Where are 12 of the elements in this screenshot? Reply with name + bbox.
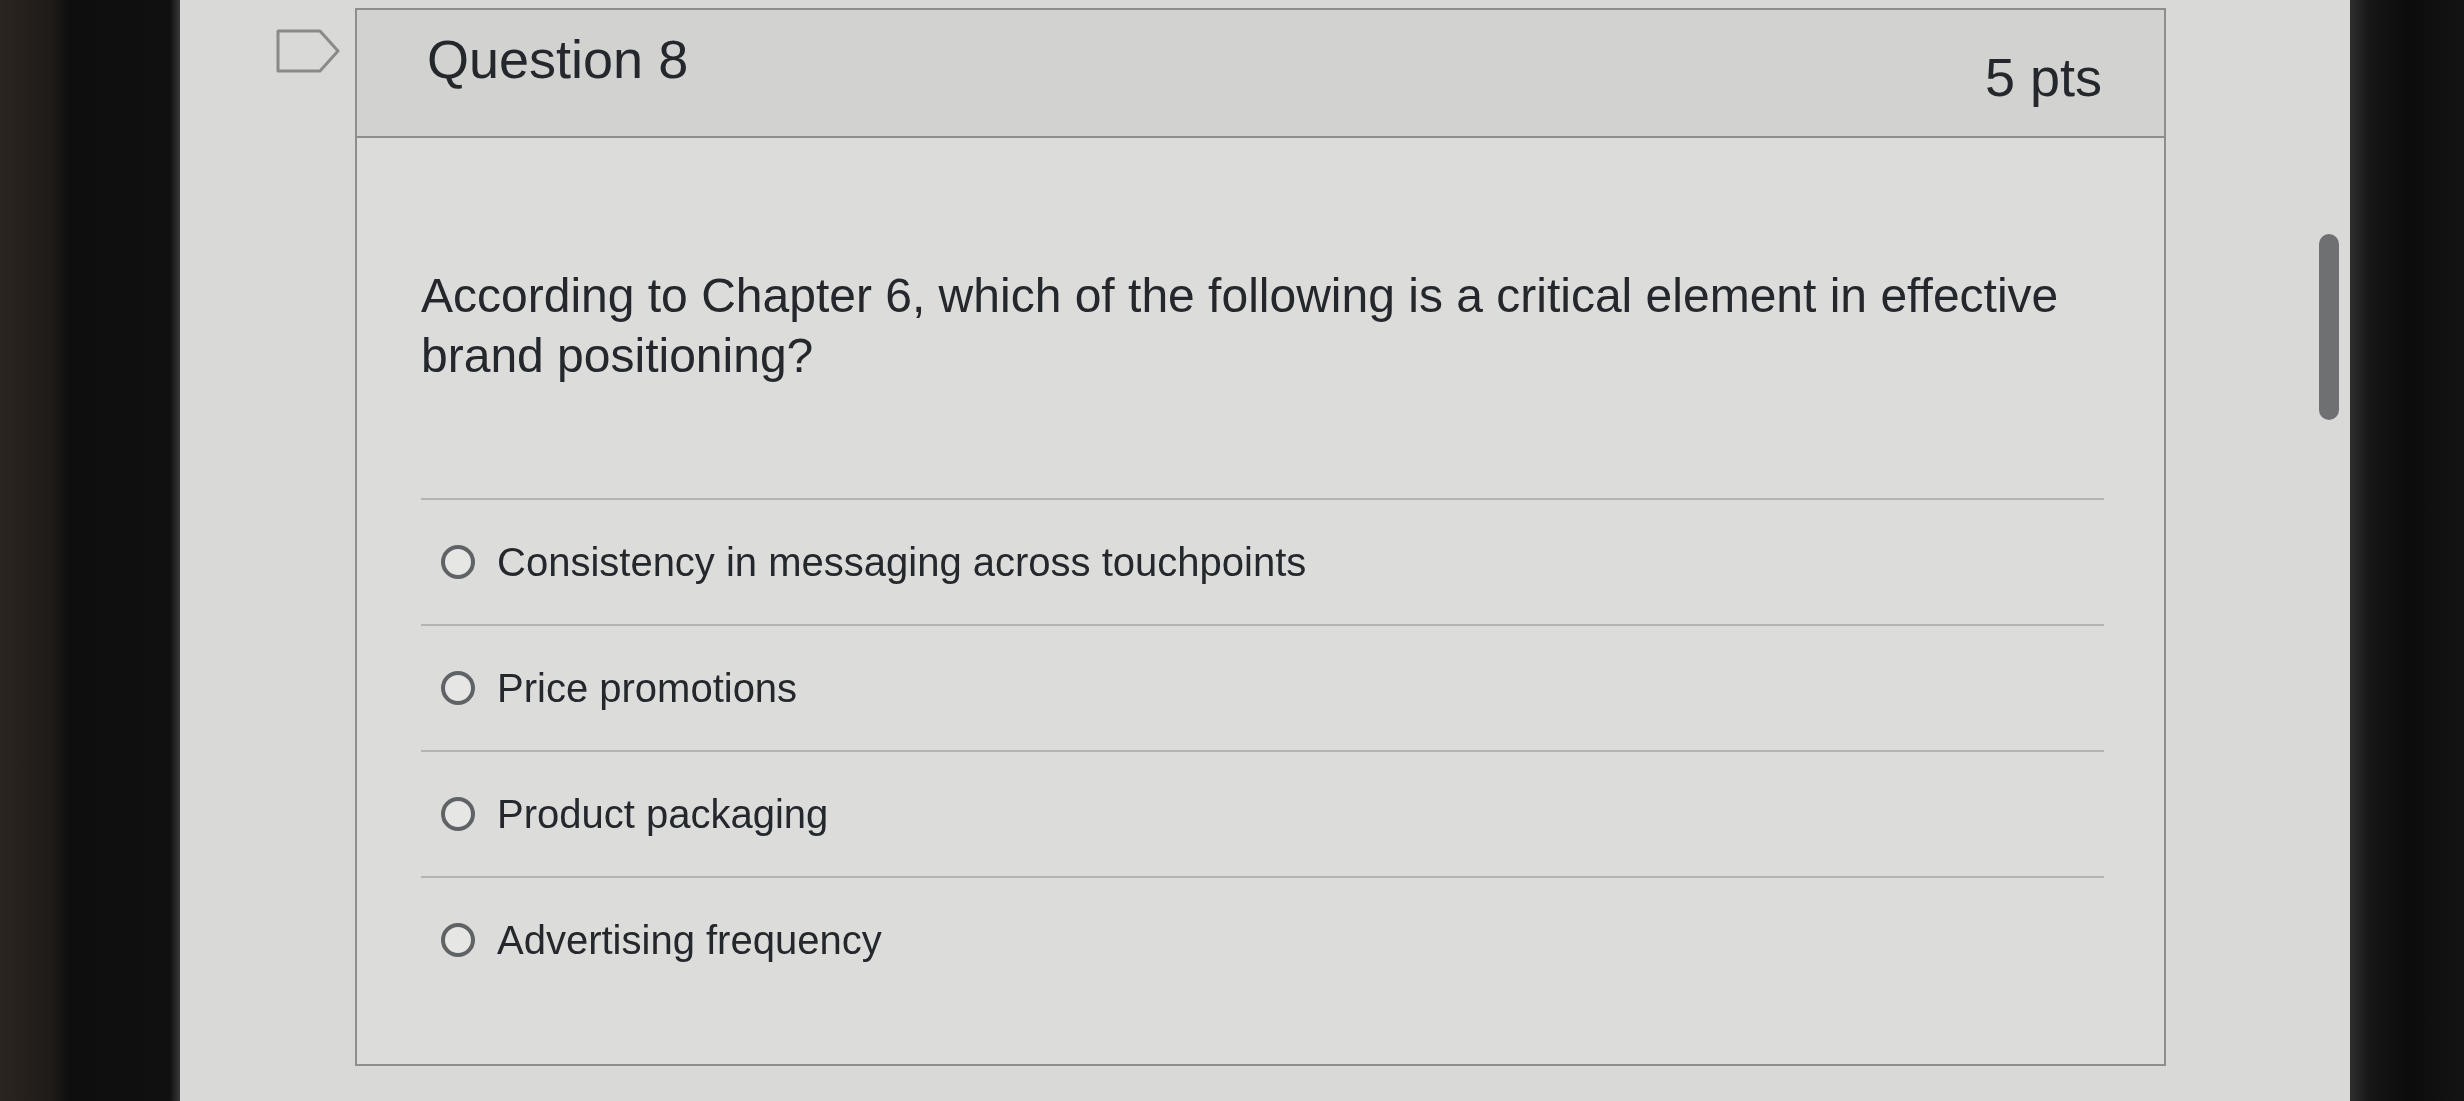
radio-icon[interactable] bbox=[441, 923, 475, 957]
question-text: According to Chapter 6, which of the following is a critical element in effective brand positioning? bbox=[421, 268, 2060, 384]
radio-icon[interactable] bbox=[441, 671, 475, 705]
scrollbar-thumb[interactable] bbox=[2319, 234, 2339, 420]
answer-option[interactable]: Product packaging bbox=[441, 790, 829, 838]
question-points: 5 pts bbox=[1984, 48, 2102, 108]
answer-option[interactable]: Advertising frequency bbox=[441, 916, 882, 964]
answer-option[interactable]: Price promotions bbox=[441, 664, 798, 712]
question-title: Question 8 bbox=[427, 30, 689, 90]
answer-option[interactable]: Consistency in messaging across touchpoints bbox=[441, 538, 1307, 586]
radio-icon[interactable] bbox=[441, 797, 475, 831]
radio-icon[interactable] bbox=[441, 545, 475, 579]
